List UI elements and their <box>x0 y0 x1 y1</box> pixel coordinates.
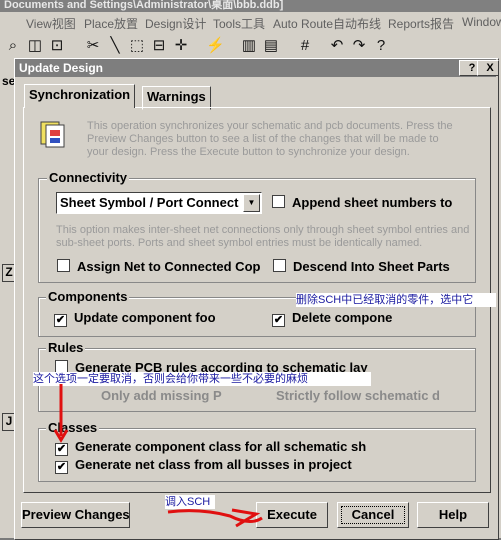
help-pointer-icon[interactable]: ? <box>372 37 390 55</box>
menu-window[interactable]: Window <box>462 15 501 29</box>
net-class-label: Generate net class from all busses in pr… <box>75 457 352 472</box>
menu-view[interactable]: View视图 <box>26 15 76 32</box>
classes-label: Classes <box>46 420 100 435</box>
uncheck-rules-annotation: 这个选项一定要取消，否则会给你带来一些不必要的麻烦 <box>33 372 371 386</box>
tab-synchronization[interactable]: Synchronization <box>24 84 136 108</box>
sync-documents-icon <box>40 121 65 148</box>
checkbox-box[interactable] <box>273 259 286 272</box>
checkbox-box[interactable] <box>57 259 70 272</box>
app-title-bar: Documents and Settings\Administrator\桌面\… <box>0 0 501 12</box>
descend-checkbox[interactable]: Descend Into Sheet Parts <box>273 259 450 274</box>
undo-icon[interactable]: ↶ <box>328 37 346 55</box>
connectivity-label: Connectivity <box>47 170 130 185</box>
connectivity-select[interactable]: Sheet Symbol / Port Connect ▼ <box>56 192 262 214</box>
redo-icon[interactable]: ↷ <box>350 37 368 55</box>
append-sheet-label: Append sheet numbers to <box>292 195 453 210</box>
menu-bar: View视图 Place放置 Design设计 Tools工具 Auto Rou… <box>0 12 501 34</box>
wand-icon[interactable]: ⚡ <box>206 37 225 55</box>
connectivity-select-value: Sheet Symbol / Port Connect <box>60 195 239 210</box>
help-button[interactable]: Help <box>417 502 489 528</box>
cut-icon[interactable]: ✂ <box>84 37 102 55</box>
cancel-button[interactable]: Cancel <box>337 502 409 528</box>
delete-components-label: Delete compone <box>292 310 393 325</box>
chevron-down-icon[interactable]: ▼ <box>243 194 260 212</box>
zoom-area-icon[interactable]: ◫ <box>26 37 44 55</box>
deselect-icon[interactable]: ⊟ <box>150 37 168 55</box>
intro-text: This operation synchronizes your schemat… <box>87 120 453 158</box>
execute-button[interactable]: Execute <box>256 502 328 528</box>
import-sch-annotation: 调入SCH <box>165 495 215 509</box>
move-icon[interactable]: ✛ <box>172 37 190 55</box>
strictly-follow-radio[interactable]: Strictly follow schematic d <box>276 388 440 403</box>
components-label: Components <box>46 289 130 304</box>
checkbox-box[interactable] <box>272 195 285 208</box>
grid-icon[interactable]: # <box>296 37 314 55</box>
checkbox-box[interactable]: ✔ <box>55 461 68 474</box>
select-icon[interactable]: ⬚ <box>128 37 146 55</box>
close-caption-button[interactable]: X <box>477 60 499 76</box>
toolbar: ⌕ ◫ ⊡ ✂ ╲ ⬚ ⊟ ✛ ⚡ ▥ ▤ # ↶ ↷ ? <box>0 34 501 59</box>
update-footprint-checkbox[interactable]: ✔ Update component foo <box>54 310 216 327</box>
connectivity-note: This option makes inter-sheet net connec… <box>56 224 470 249</box>
append-sheet-checkbox[interactable]: Append sheet numbers to <box>272 195 452 210</box>
component-class-label: Generate component class for all schemat… <box>75 439 367 454</box>
menu-reports[interactable]: Reports报告 <box>388 15 454 32</box>
checkbox-box[interactable]: ✔ <box>272 314 285 327</box>
checkbox-box[interactable]: ✔ <box>55 443 68 456</box>
preview-changes-button[interactable]: Preview Changes <box>21 502 130 528</box>
assign-net-checkbox[interactable]: Assign Net to Connected Cop <box>57 259 260 274</box>
zoom-icon[interactable]: ⌕ <box>4 37 22 55</box>
net-class-checkbox[interactable]: ✔ Generate net class from all busses in p… <box>55 457 352 474</box>
delete-components-checkbox[interactable]: ✔ Delete compone <box>272 310 392 327</box>
only-add-missing-label: Only add missing P <box>101 388 222 403</box>
browse-icon[interactable]: ▤ <box>262 37 280 55</box>
line-icon[interactable]: ╲ <box>106 37 124 55</box>
assign-net-label: Assign Net to Connected Cop <box>77 259 261 274</box>
descend-label: Descend Into Sheet Parts <box>293 259 450 274</box>
library-icon[interactable]: ▥ <box>240 37 258 55</box>
dialog-title-bar: Update Design ? X <box>15 59 499 77</box>
delete-components-annotation: 删除SCH中已经取消的零件，选中它 <box>296 293 496 307</box>
rules-label: Rules <box>46 340 86 355</box>
checkbox-box[interactable]: ✔ <box>54 314 67 327</box>
update-footprint-label: Update component foo <box>74 310 216 325</box>
zoom-fit-icon[interactable]: ⊡ <box>48 37 66 55</box>
menu-design[interactable]: Design设计 <box>145 15 206 32</box>
component-class-checkbox[interactable]: ✔ Generate component class for all schema… <box>55 439 366 456</box>
dialog-title: Update Design <box>19 61 104 75</box>
menu-place[interactable]: Place放置 <box>84 15 138 32</box>
strictly-follow-label: Strictly follow schematic d <box>276 388 440 403</box>
menu-auto-route[interactable]: Auto Route自动布线 <box>273 15 381 32</box>
menu-tools[interactable]: Tools工具 <box>213 15 265 32</box>
only-add-missing-radio[interactable]: Only add missing P <box>101 388 222 403</box>
